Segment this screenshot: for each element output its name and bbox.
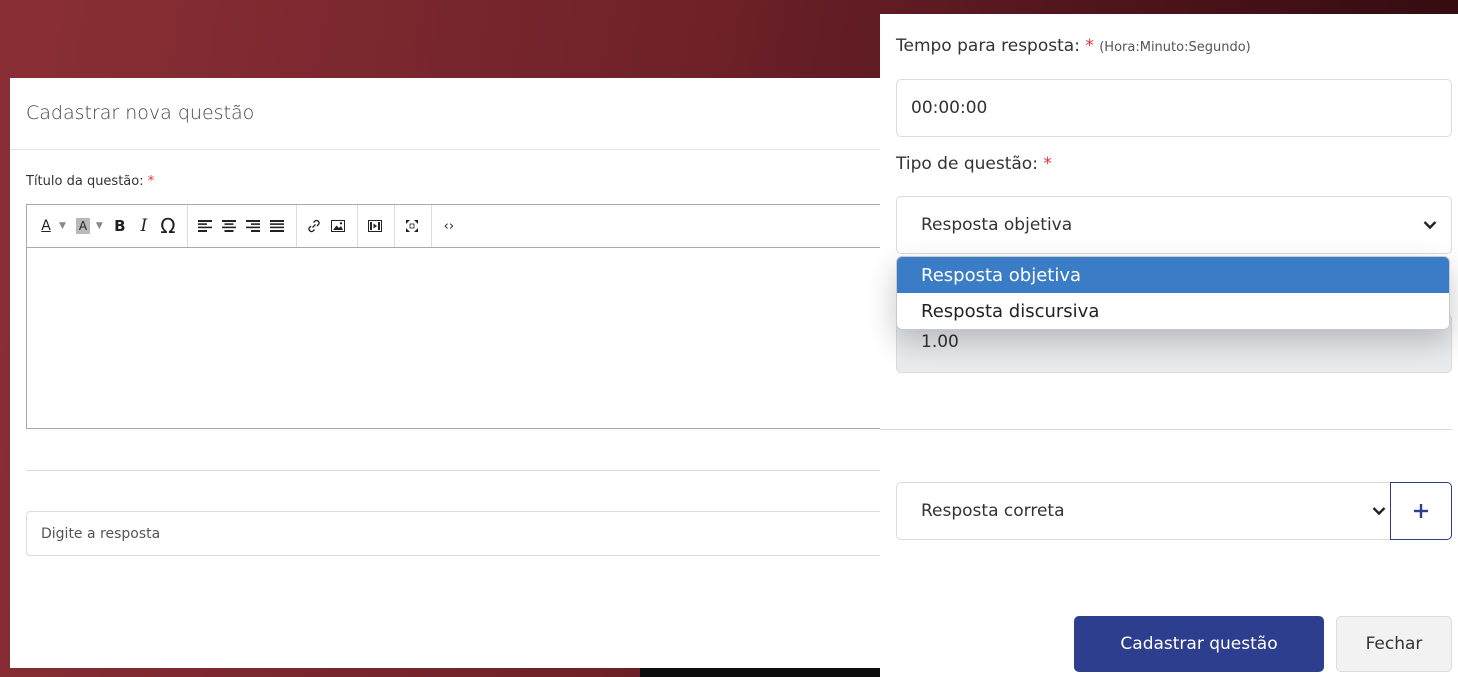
time-format-hint: (Hora:Minuto:Segundo) [1099, 40, 1251, 55]
video-icon[interactable] [364, 213, 386, 239]
correct-answer-selected: Resposta correta [921, 501, 1065, 521]
add-answer-button[interactable] [1390, 482, 1452, 540]
align-justify-icon[interactable] [266, 213, 288, 239]
type-label: Tipo de questão: * [896, 154, 1052, 174]
question-title-label: Título da questão: * [26, 174, 154, 189]
option-objective[interactable]: Resposta objetiva [897, 257, 1449, 293]
toolbar-group-align [194, 205, 297, 247]
fullscreen-icon[interactable] [401, 213, 423, 239]
toolbar-group-code: ‹› [438, 205, 468, 247]
section-divider [26, 470, 890, 471]
special-char-icon[interactable]: Ω [157, 213, 179, 239]
image-icon[interactable] [327, 213, 349, 239]
option-discursive[interactable]: Resposta discursiva [897, 293, 1449, 329]
question-settings-panel: Tempo para resposta: * (Hora:Minuto:Segu… [880, 14, 1458, 677]
time-label: Tempo para resposta: * (Hora:Minuto:Segu… [896, 36, 1251, 56]
question-type-select[interactable]: Resposta objetiva [896, 196, 1452, 254]
toolbar-group-style: A ▼ A ▼ B I Ω [35, 205, 188, 247]
time-required-mark: * [1085, 36, 1094, 56]
font-color-caret-icon[interactable]: ▼ [59, 221, 66, 231]
type-label-text: Tipo de questão: [896, 154, 1038, 174]
toolbar-group-insert [303, 205, 358, 247]
code-view-icon[interactable]: ‹› [438, 213, 460, 239]
submit-question-button[interactable]: Cadastrar questão [1074, 616, 1324, 672]
bold-icon[interactable]: B [109, 213, 131, 239]
required-mark: * [147, 174, 155, 189]
plus-icon [1414, 504, 1428, 518]
modal-title: Cadastrar nova questão [10, 78, 890, 150]
align-center-icon[interactable] [218, 213, 240, 239]
question-modal: Cadastrar nova questão Título da questão… [10, 78, 890, 668]
time-label-text: Tempo para resposta: [896, 36, 1080, 56]
close-button[interactable]: Fechar [1336, 616, 1452, 672]
type-required-mark: * [1043, 154, 1052, 174]
italic-icon[interactable]: I [133, 213, 155, 239]
chevron-down-icon [1423, 221, 1437, 230]
question-type-dropdown: Resposta objetiva Resposta discursiva [896, 256, 1450, 330]
question-title-label-text: Título da questão: [26, 174, 144, 189]
editor-toolbar: A ▼ A ▼ B I Ω ‹› [27, 205, 890, 248]
section-divider [880, 429, 1452, 430]
chevron-down-icon [1372, 507, 1386, 516]
highlight-icon[interactable]: A [72, 213, 94, 239]
answer-input[interactable]: Digite a resposta [26, 511, 890, 556]
response-time-input[interactable]: 00:00:00 [896, 79, 1452, 137]
editor-content-area[interactable] [27, 248, 890, 428]
link-icon[interactable] [303, 213, 325, 239]
rich-text-editor: A ▼ A ▼ B I Ω ‹› [26, 204, 890, 429]
highlight-caret-icon[interactable]: ▼ [96, 221, 103, 231]
highlight-glyph: A [75, 218, 91, 234]
align-left-icon[interactable] [194, 213, 216, 239]
toolbar-group-view [401, 205, 432, 247]
question-type-selected: Resposta objetiva [921, 215, 1073, 235]
toolbar-group-media [364, 205, 395, 247]
font-color-icon[interactable]: A [35, 213, 57, 239]
correct-answer-select[interactable]: Resposta correta [896, 482, 1392, 540]
align-right-icon[interactable] [242, 213, 264, 239]
